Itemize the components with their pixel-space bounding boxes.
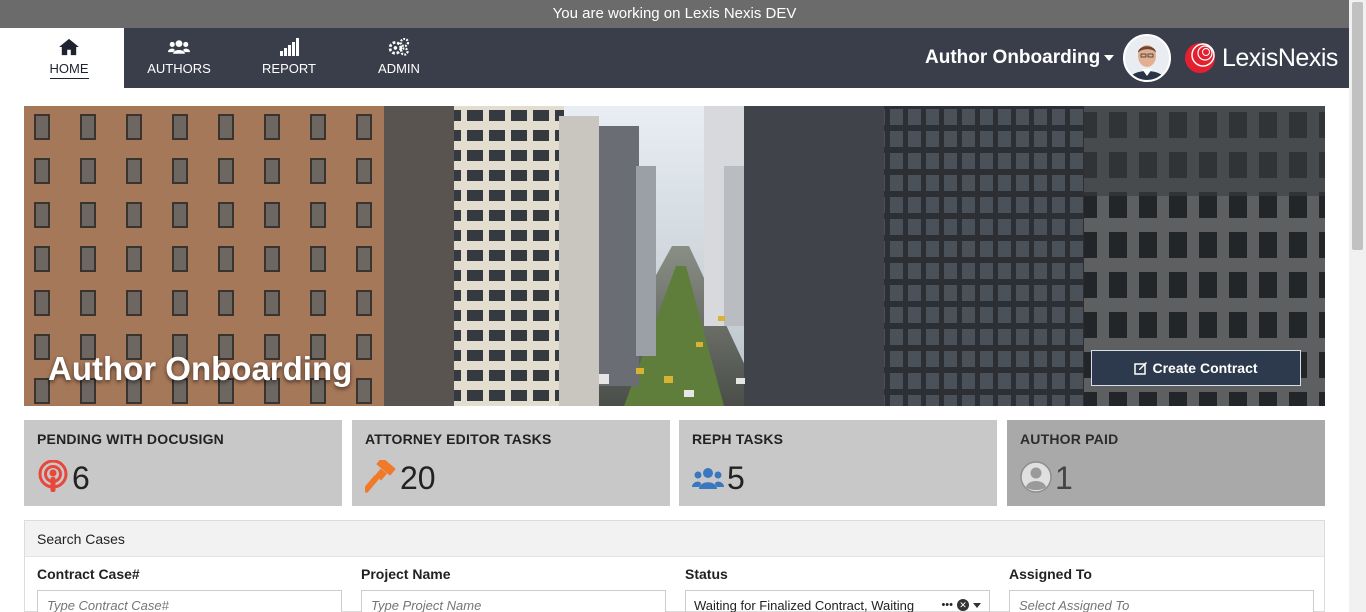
nav-item-authors[interactable]: AUTHORS — [124, 28, 234, 88]
user-circle-icon — [1020, 461, 1052, 493]
hero-title: Author Onboarding — [48, 350, 353, 387]
card-reph-tasks[interactable]: REPH TASKS 5 — [679, 420, 997, 506]
podcast-icon — [38, 460, 68, 492]
contract-case-label: Contract Case# — [37, 566, 140, 582]
card-title: AUTHOR PAID — [1020, 431, 1119, 447]
status-field: Status Waiting for Finalized Contract, W… — [685, 566, 990, 612]
lexisnexis-logo-icon — [1185, 43, 1215, 73]
lexisnexis-logo: LexisNexis — [1184, 42, 1338, 74]
assigned-to-field: Assigned To — [1009, 566, 1314, 612]
card-title: ATTORNEY EDITOR TASKS — [365, 431, 552, 447]
contract-case-input[interactable] — [37, 590, 342, 612]
hero-banner: Author Onboarding Create Contract — [24, 106, 1325, 406]
card-count: 20 — [400, 460, 436, 496]
more-icon: ••• — [941, 599, 953, 611]
page-scrollbar[interactable] — [1349, 0, 1366, 612]
card-author-paid[interactable]: AUTHOR PAID 1 — [1007, 420, 1325, 506]
users-icon — [168, 40, 190, 54]
nav-item-label: ADMIN — [378, 61, 420, 76]
status-selected-value: Waiting for Finalized Contract, Waiting — [694, 597, 915, 612]
edit-icon — [1134, 362, 1148, 375]
nav-item-admin[interactable]: ADMIN — [344, 28, 454, 88]
nav-item-report[interactable]: REPORT — [234, 28, 344, 88]
nav-item-label: REPORT — [262, 61, 316, 76]
create-contract-button[interactable]: Create Contract — [1091, 350, 1301, 386]
home-icon — [59, 38, 79, 56]
project-name-label: Project Name — [361, 566, 451, 582]
project-name-field: Project Name — [361, 566, 666, 612]
nav-item-label: AUTHORS — [147, 61, 211, 76]
caret-down-icon — [1104, 54, 1115, 61]
card-pending-docusign[interactable]: PENDING WITH DOCUSIGN 6 — [24, 420, 342, 506]
status-select[interactable]: Waiting for Finalized Contract, Waiting … — [685, 590, 990, 612]
users-icon — [692, 468, 724, 489]
scrollbar-thumb[interactable] — [1352, 2, 1363, 250]
search-cases-heading: Search Cases — [25, 521, 1324, 557]
person-portrait-icon — [1125, 36, 1169, 80]
user-avatar[interactable] — [1123, 34, 1171, 82]
signal-bars-icon — [280, 38, 299, 56]
create-contract-label: Create Contract — [1152, 360, 1258, 376]
chevron-down-icon[interactable] — [973, 602, 981, 608]
app-switcher-dropdown[interactable]: Author Onboarding — [925, 28, 1115, 88]
assigned-to-label: Assigned To — [1009, 566, 1092, 582]
app-title: Author Onboarding — [925, 47, 1101, 68]
assigned-to-input[interactable] — [1009, 590, 1314, 612]
card-count: 6 — [72, 460, 90, 496]
card-attorney-editor-tasks[interactable]: ATTORNEY EDITOR TASKS 20 — [352, 420, 670, 506]
nav-item-label: HOME — [49, 61, 89, 79]
clear-icon[interactable]: ✕ — [957, 599, 969, 611]
project-name-input[interactable] — [361, 590, 666, 612]
contract-case-field: Contract Case# — [37, 566, 342, 612]
brand-name: LexisNexis — [1222, 43, 1338, 72]
status-label: Status — [685, 566, 728, 582]
nav-item-home[interactable]: HOME — [14, 28, 124, 88]
card-count: 1 — [1055, 460, 1073, 496]
gears-icon — [388, 38, 410, 56]
card-title: PENDING WITH DOCUSIGN — [37, 431, 224, 447]
top-navigation: HOME AUTHORS REPORT ADMIN Author Onboard… — [14, 28, 1349, 88]
search-cases-panel: Search Cases Contract Case# Project Name… — [24, 520, 1325, 612]
gavel-icon — [365, 460, 396, 493]
card-count: 5 — [727, 460, 745, 496]
environment-banner: You are working on Lexis Nexis DEV — [0, 0, 1349, 28]
card-title: REPH TASKS — [692, 431, 784, 447]
